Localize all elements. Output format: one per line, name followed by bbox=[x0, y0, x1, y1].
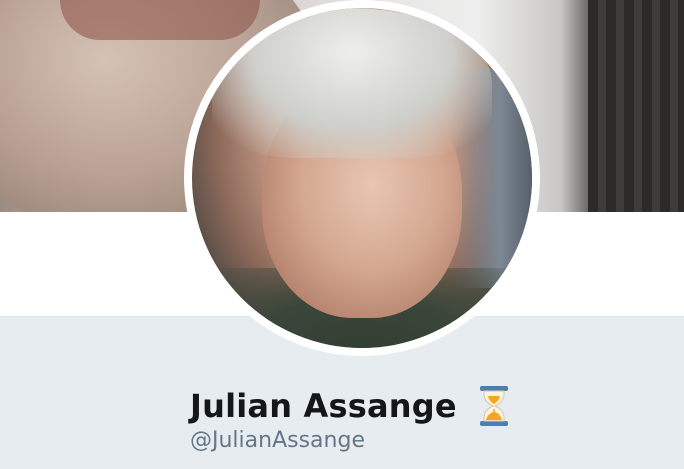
profile-avatar[interactable] bbox=[184, 0, 540, 356]
avatar-photo bbox=[192, 8, 532, 348]
avatar-photo-region bbox=[212, 8, 492, 158]
profile-display-name[interactable]: Julian Assange bbox=[190, 387, 457, 425]
banner-photo-region bbox=[60, 0, 260, 40]
banner-photo-region bbox=[588, 0, 684, 212]
profile-name-row: Julian Assange bbox=[190, 382, 511, 430]
hourglass-icon bbox=[477, 384, 511, 428]
profile-handle[interactable]: @JulianAssange bbox=[190, 428, 365, 453]
